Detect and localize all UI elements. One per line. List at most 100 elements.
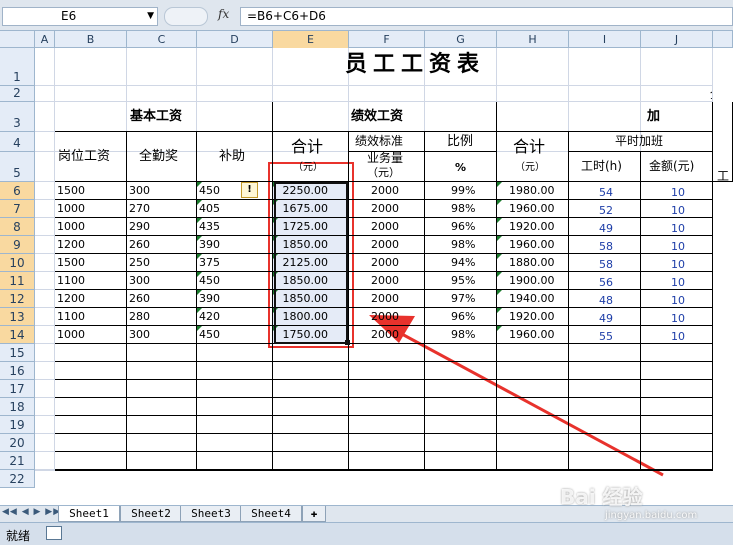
cell-subsidy[interactable]: 450 (197, 326, 273, 344)
cell-business[interactable]: 2000 (349, 236, 425, 254)
table-cell[interactable] (273, 452, 349, 470)
table-cell[interactable] (127, 344, 197, 362)
cell-ratio[interactable]: 99% (425, 182, 497, 200)
grid-cell[interactable] (35, 218, 55, 236)
cell-subsidy[interactable]: 375 (197, 254, 273, 272)
cell-total-performance[interactable]: 1960.00 (497, 326, 569, 344)
cell-hours[interactable]: 49 (569, 308, 641, 326)
cell-business[interactable]: 2000 (349, 308, 425, 326)
cell-attendance[interactable]: 270 (127, 200, 197, 218)
cell-amount[interactable]: 10 (641, 290, 713, 308)
cell-business[interactable]: 2000 (349, 200, 425, 218)
cell-total-basic[interactable]: 1850.00 (273, 272, 349, 290)
cell-hours[interactable]: 49 (569, 218, 641, 236)
cell-ratio[interactable]: 97% (425, 290, 497, 308)
grid-cell[interactable] (35, 86, 55, 102)
column-header-f[interactable]: F (349, 31, 425, 48)
row-header-16[interactable]: 16 (0, 362, 35, 380)
table-cell[interactable] (273, 380, 349, 398)
header-hours[interactable]: 工时(h) (569, 152, 641, 182)
tab-sheet1[interactable]: Sheet1 (58, 506, 120, 522)
table-cell[interactable] (497, 416, 569, 434)
cell-amount[interactable]: 10 (641, 200, 713, 218)
cell-post-salary[interactable]: 1200 (55, 290, 127, 308)
formula-input[interactable]: =B6+C6+D6 (240, 7, 733, 26)
table-cell[interactable] (641, 398, 713, 416)
cell-amount[interactable]: 10 (641, 272, 713, 290)
cell-business[interactable]: 2000 (349, 272, 425, 290)
table-cell[interactable] (425, 470, 497, 471)
grid-cell[interactable] (35, 452, 55, 470)
cell-business[interactable]: 2000 (349, 182, 425, 200)
fill-handle[interactable] (345, 340, 350, 345)
tab-sheet2[interactable]: Sheet2 (120, 506, 182, 522)
row-header-19[interactable]: 19 (0, 416, 35, 434)
cell-hours[interactable]: 58 (569, 254, 641, 272)
grid-cell[interactable] (35, 272, 55, 290)
cell-total-basic[interactable]: 2125.00 (273, 254, 349, 272)
cell-post-salary[interactable]: 1500 (55, 182, 127, 200)
table-cell[interactable] (425, 380, 497, 398)
table-cell[interactable] (273, 434, 349, 452)
cell-subsidy[interactable]: 450 (197, 272, 273, 290)
table-cell[interactable] (497, 344, 569, 362)
row-header-9[interactable]: 9 (0, 236, 35, 254)
column-header-h[interactable]: H (497, 31, 569, 48)
table-cell[interactable] (55, 398, 127, 416)
column-header-b[interactable]: B (55, 31, 127, 48)
table-cell[interactable] (641, 416, 713, 434)
row-header-15[interactable]: 15 (0, 344, 35, 362)
formula-bar-toggle-button[interactable] (164, 7, 208, 26)
row-header-17[interactable]: 17 (0, 380, 35, 398)
row-header-11[interactable]: 11 (0, 272, 35, 290)
column-header-i[interactable]: I (569, 31, 641, 48)
cell-attendance[interactable]: 260 (127, 290, 197, 308)
row-header-1[interactable]: 1 (0, 48, 35, 86)
cell-attendance[interactable]: 290 (127, 218, 197, 236)
cell-amount[interactable]: 10 (641, 218, 713, 236)
table-cell[interactable] (497, 434, 569, 452)
cell-business[interactable]: 2000 (349, 218, 425, 236)
cell-total-basic[interactable]: 1850.00 (273, 290, 349, 308)
cell-hours[interactable]: 58 (569, 236, 641, 254)
header-subsidy[interactable]: 补助 (197, 132, 273, 182)
table-cell[interactable] (497, 362, 569, 380)
cell-total-performance[interactable]: 1920.00 (497, 308, 569, 326)
grid-cell[interactable] (35, 398, 55, 416)
cell-hours[interactable]: 55 (569, 326, 641, 344)
cell-ratio[interactable]: 98% (425, 200, 497, 218)
table-cell[interactable] (569, 416, 641, 434)
table-cell[interactable] (55, 362, 127, 380)
chevron-down-icon[interactable]: ▼ (147, 8, 154, 25)
cell-hours[interactable]: 56 (569, 272, 641, 290)
table-cell[interactable] (197, 344, 273, 362)
cell-attendance[interactable]: 260 (127, 236, 197, 254)
column-header-e[interactable]: E (273, 31, 349, 48)
cell-amount[interactable]: 10 (641, 308, 713, 326)
cell-total-basic[interactable]: 1800.00 (273, 308, 349, 326)
grid-cell[interactable] (35, 434, 55, 452)
header-post-salary[interactable]: 岗位工资 (55, 132, 127, 182)
cell-post-salary[interactable]: 1100 (55, 308, 127, 326)
table-cell[interactable] (497, 470, 569, 471)
grid-cell[interactable] (35, 290, 55, 308)
row-header-4[interactable]: 4 (0, 132, 35, 152)
header-attendance[interactable]: 全勤奖 (127, 132, 197, 182)
column-header-a[interactable]: A (35, 31, 55, 48)
table-cell[interactable] (641, 380, 713, 398)
cell-post-salary[interactable]: 1100 (55, 272, 127, 290)
cell-amount[interactable]: 10 (641, 326, 713, 344)
cell-amount[interactable]: 10 (641, 236, 713, 254)
insert-sheet-icon[interactable]: ✚ (302, 506, 326, 522)
cell-hours[interactable]: 54 (569, 182, 641, 200)
macro-record-icon[interactable] (46, 526, 62, 540)
table-cell[interactable] (641, 452, 713, 470)
cell-hours[interactable]: 48 (569, 290, 641, 308)
table-cell[interactable] (569, 398, 641, 416)
grid-cell[interactable] (35, 152, 55, 182)
sheet-cells[interactable]: 员工工资表全基本工资 绩效工资 加岗位工资 全勤奖 补助 合计 （元） 绩效标准业务量（元） 比… (35, 48, 733, 505)
table-cell[interactable] (127, 380, 197, 398)
cell-subsidy[interactable]: 390 (197, 290, 273, 308)
tab-sheet4[interactable]: Sheet4 (240, 506, 302, 522)
table-cell[interactable] (273, 398, 349, 416)
